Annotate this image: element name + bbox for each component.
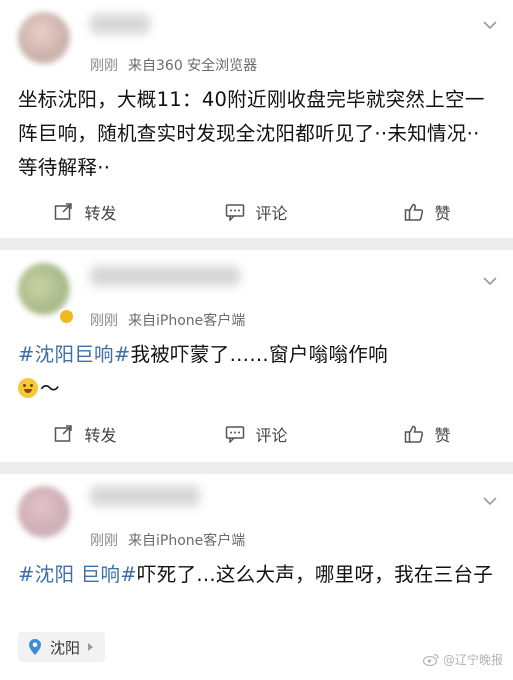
chevron-right-icon: [88, 643, 94, 651]
chevron-down-icon[interactable]: [483, 18, 497, 32]
comment-label: 评论: [255, 426, 288, 445]
location-pin-icon: [29, 639, 41, 655]
repost-button[interactable]: 转发: [0, 200, 171, 224]
post-text: #沈阳巨响#我被吓蒙了……窗户嗡嗡作响 ～: [18, 338, 499, 406]
comment-icon: [226, 204, 245, 221]
post-actions: 转发 评论 赞: [0, 200, 513, 224]
username-blurred[interactable]: [90, 14, 150, 34]
repost-icon: [55, 203, 73, 220]
post-source: 来自360 安全浏览器: [128, 58, 258, 74]
post-card[interactable]: 刚刚 来自iPhone客户端 #沈阳巨响#我被吓蒙了……窗户嗡嗡作响 ～ 转发 评…: [0, 250, 513, 462]
laughing-crying-emoji: [18, 378, 38, 398]
post-meta: 刚刚 来自iPhone客户端: [90, 310, 245, 330]
username-blurred[interactable]: [90, 486, 200, 506]
comment-button[interactable]: 评论: [171, 200, 342, 224]
avatar[interactable]: [18, 263, 70, 315]
comment-button[interactable]: 评论: [171, 422, 342, 446]
location-tag[interactable]: 沈阳: [18, 632, 106, 662]
post-source: 来自iPhone客户端: [128, 533, 246, 549]
watermark-text: @辽宁晚报: [442, 653, 503, 667]
chevron-down-icon[interactable]: [483, 494, 497, 508]
avatar[interactable]: [18, 12, 70, 64]
weibo-feed: 刚刚 来自360 安全浏览器 坐标沈阳，大概11：40附近刚收盘完毕就突然上空一阵…: [0, 0, 513, 680]
post-card[interactable]: 刚刚 来自360 安全浏览器 坐标沈阳，大概11：40附近刚收盘完毕就突然上空一阵…: [0, 0, 513, 238]
repost-button[interactable]: 转发: [0, 422, 171, 446]
like-label: 赞: [434, 426, 451, 445]
verified-badge-icon: [58, 308, 75, 325]
post-meta: 刚刚 来自360 安全浏览器: [90, 55, 257, 75]
post-time: 刚刚: [90, 58, 118, 74]
thumbs-up-icon: [405, 203, 424, 221]
repost-label: 转发: [84, 204, 117, 223]
location-label: 沈阳: [50, 638, 81, 657]
comment-label: 评论: [255, 204, 288, 223]
post-text-content: 我被吓蒙了……窗户嗡嗡作响: [130, 343, 388, 366]
username-blurred[interactable]: [90, 266, 240, 286]
watermark: @辽宁晚报: [422, 651, 503, 668]
like-button[interactable]: 赞: [342, 200, 513, 224]
like-label: 赞: [434, 204, 451, 223]
avatar[interactable]: [18, 486, 70, 538]
post-card[interactable]: 刚刚 来自iPhone客户端 #沈阳 巨响#吓死了...这么大声，哪里呀，我在三台…: [0, 474, 513, 680]
thumbs-up-icon: [405, 425, 424, 443]
like-button[interactable]: 赞: [342, 422, 513, 446]
post-text: #沈阳 巨响#吓死了...这么大声，哪里呀，我在三台子: [18, 558, 499, 592]
post-text-content: 吓死了...这么大声，哪里呀，我在三台子: [136, 563, 494, 586]
post-source: 来自iPhone客户端: [128, 313, 246, 329]
weibo-logo-icon: [422, 653, 439, 666]
comment-icon: [226, 426, 245, 443]
post-text: 坐标沈阳，大概11：40附近刚收盘完毕就突然上空一阵巨响，随机查实时发现全沈阳都…: [18, 88, 485, 179]
post-meta: 刚刚 来自iPhone客户端: [90, 530, 245, 550]
repost-icon: [55, 425, 73, 442]
post-time: 刚刚: [90, 533, 118, 549]
chevron-down-icon[interactable]: [483, 274, 497, 288]
post-actions: 转发 评论 赞: [0, 422, 513, 446]
repost-label: 转发: [84, 426, 117, 445]
topic-link[interactable]: #沈阳 巨响#: [18, 563, 137, 586]
post-text-tail: ～: [40, 377, 60, 400]
topic-link[interactable]: #沈阳巨响#: [18, 343, 130, 366]
post-time: 刚刚: [90, 313, 118, 329]
